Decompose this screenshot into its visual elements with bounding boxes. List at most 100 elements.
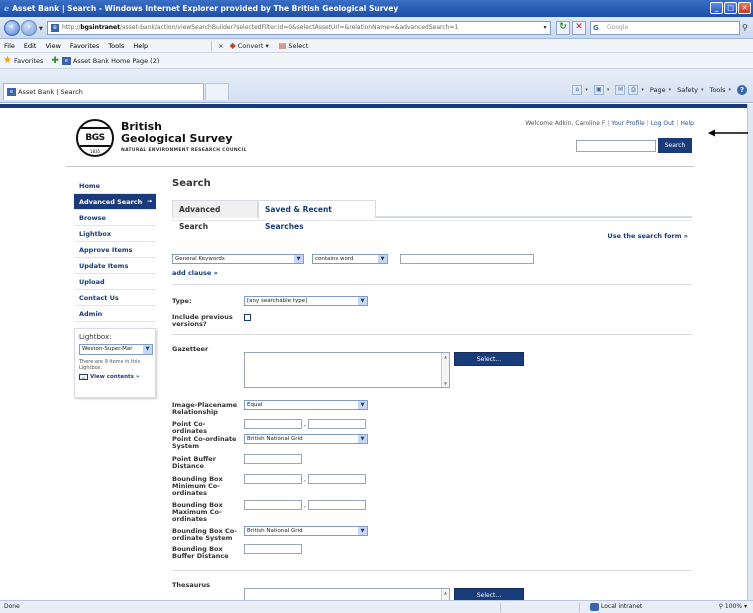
url-input[interactable]: e http://bgsintranet/asset-bank/action/v… — [47, 21, 551, 35]
bbox-max-x-input[interactable] — [244, 500, 302, 510]
forward-button[interactable]: › — [21, 20, 37, 36]
sidebar-item-approve-items[interactable]: Approve Items — [74, 242, 156, 258]
menu-view[interactable]: View — [45, 42, 60, 50]
logo-band-bottom — [78, 145, 112, 147]
point-x-input[interactable] — [244, 419, 302, 429]
zoom-control[interactable]: ⚲ 100% ▾ — [719, 601, 747, 613]
url-prefix: http:// — [62, 24, 81, 31]
point-y-input[interactable] — [308, 419, 366, 429]
logo-band-top — [78, 127, 112, 129]
sidebar-item-label: Update Items — [79, 262, 129, 270]
sidebar-item-admin[interactable]: Admin — [74, 306, 156, 322]
sidebar-item-browse[interactable]: Browse — [74, 210, 156, 226]
sidebar-item-contact-us[interactable]: Contact Us — [74, 290, 156, 306]
clause-operator-select[interactable]: contains word ▼ — [312, 254, 388, 264]
lightbox-panel: Lightbox: Weston-Super-Mar ▼ There are 9… — [74, 328, 156, 398]
tab-saved-recent-searches[interactable]: Saved & Recent Searches — [258, 200, 376, 231]
search-icon[interactable]: ⚲ — [742, 23, 748, 32]
gazetteer-textarea[interactable]: ▲ ▼ — [244, 352, 450, 388]
bbox-min-x-input[interactable] — [244, 474, 302, 484]
type-select[interactable]: [any searchable type] ▼ — [244, 296, 368, 306]
safety-menu[interactable]: Safety — [677, 86, 698, 94]
tab-advanced-search[interactable]: Advanced Search — [172, 200, 258, 231]
relationship-select[interactable]: Equal ▼ — [244, 400, 368, 410]
browser-tab-label: Asset Bank | Search — [18, 88, 83, 96]
textarea-scrollbar[interactable]: ▲ ▼ — [441, 353, 449, 387]
chevron-down-icon: ▼ — [378, 255, 387, 263]
bbox-min-y-input[interactable] — [308, 474, 366, 484]
clause-value-input[interactable] — [400, 254, 534, 264]
page-dropdown-icon: ▾ — [668, 87, 672, 93]
select-button[interactable]: ▤ Select — [279, 41, 309, 50]
page-scrollbar[interactable] — [747, 104, 753, 600]
bbox-system-select[interactable]: British National Grid ▼ — [244, 526, 368, 536]
point-system-select[interactable]: British National Grid ▼ — [244, 434, 368, 444]
menu-edit[interactable]: Edit — [24, 42, 37, 50]
close-x-icon[interactable]: × — [218, 42, 223, 50]
add-clause-link[interactable]: add clause » — [172, 269, 218, 277]
stop-button[interactable]: ✕ — [572, 21, 586, 35]
clause-operator-value: contains word — [315, 256, 354, 262]
home-icon[interactable]: ⌂ — [572, 85, 583, 95]
header-search-input[interactable] — [576, 140, 656, 152]
header-search-button[interactable]: Search — [658, 138, 692, 153]
feeds-icon[interactable]: ▣ — [593, 85, 604, 95]
point-buffer-input[interactable] — [244, 454, 302, 464]
help-icon[interactable]: ? — [737, 85, 747, 95]
new-tab-button[interactable] — [205, 83, 229, 100]
your-profile-link[interactable]: Your Profile — [611, 120, 644, 127]
log-out-link[interactable]: Log Out — [651, 120, 675, 127]
minimize-button[interactable]: _ — [710, 2, 723, 14]
welcome-sep-2: | — [646, 120, 649, 127]
favorite-link-asset-bank[interactable]: e Asset Bank Home Page (2) — [61, 56, 159, 65]
lightbox-select[interactable]: Weston-Super-Mar ▼ — [79, 344, 153, 355]
history-dropdown-icon[interactable]: ▼ — [39, 26, 43, 32]
clause-field-select[interactable]: General Keywords ▼ — [172, 254, 304, 264]
menu-help[interactable]: Help — [133, 42, 148, 50]
use-search-form-link[interactable]: Use the search form » — [607, 232, 688, 240]
favorites-button[interactable]: Favorites — [14, 57, 43, 65]
bbox-max-y-input[interactable] — [308, 500, 366, 510]
gazetteer-select-button[interactable]: Select... — [454, 352, 524, 366]
back-button[interactable]: ‹ — [4, 20, 20, 36]
status-text: Done — [4, 603, 20, 610]
print-icon[interactable]: ⎙ — [628, 85, 639, 95]
include-previous-label: Include previous versions? — [172, 313, 233, 328]
site-header: BGS 1835 British Geological Survey NATUR… — [66, 108, 694, 164]
mail-icon[interactable]: ✉ — [615, 85, 626, 95]
sidebar-item-label: Advanced Search — [79, 198, 143, 206]
help-link[interactable]: Help — [680, 120, 694, 127]
textarea-scrollbar[interactable]: ▲ — [441, 589, 449, 600]
sidebar-item-home[interactable]: Home — [74, 178, 156, 194]
welcome-sep-3: | — [676, 120, 679, 127]
zoom-level: 100% — [724, 603, 743, 610]
favorites-star-icon[interactable]: ★ — [3, 55, 12, 66]
divider — [172, 570, 692, 571]
sidebar-item-update-items[interactable]: Update Items — [74, 258, 156, 274]
menu-tools[interactable]: Tools — [108, 42, 124, 50]
menu-favorites[interactable]: Favorites — [70, 42, 99, 50]
sidebar-item-lightbox[interactable]: Lightbox — [74, 226, 156, 242]
view-contents-link[interactable]: ▭ View contents » — [79, 374, 151, 380]
bgs-logo[interactable]: BGS 1835 — [76, 119, 114, 157]
sidebar-item-advanced-search[interactable]: Advanced Search → — [74, 194, 156, 210]
favorites-bar: ★ Favorites ✚ e Asset Bank Home Page (2) — [0, 53, 753, 69]
bbox-buffer-input[interactable] — [244, 544, 302, 554]
page-menu[interactable]: Page — [650, 86, 666, 94]
view-contents-label: View contents » — [90, 374, 140, 380]
sidebar-item-upload[interactable]: Upload — [74, 274, 156, 290]
close-button[interactable]: ✕ — [738, 2, 751, 14]
add-favorite-icon[interactable]: ✚ — [51, 56, 59, 66]
thesaurus-select-button[interactable]: Select... — [454, 588, 524, 600]
thesaurus-textarea[interactable]: ▲ — [244, 588, 450, 600]
refresh-button[interactable]: ↻ — [556, 21, 570, 35]
maximize-button[interactable]: □ — [724, 2, 737, 14]
security-zone[interactable]: Local intranet — [590, 601, 642, 613]
convert-button[interactable]: ◆ Convert ▾ — [230, 41, 269, 50]
include-previous-checkbox[interactable] — [244, 314, 251, 321]
browser-search-input[interactable]: G Google — [590, 21, 740, 35]
browser-tab-asset-bank[interactable]: e Asset Bank | Search — [3, 83, 204, 100]
menu-file[interactable]: File — [4, 42, 15, 50]
tools-menu[interactable]: Tools — [709, 86, 725, 94]
url-dropdown-icon[interactable]: ▾ — [538, 21, 552, 35]
